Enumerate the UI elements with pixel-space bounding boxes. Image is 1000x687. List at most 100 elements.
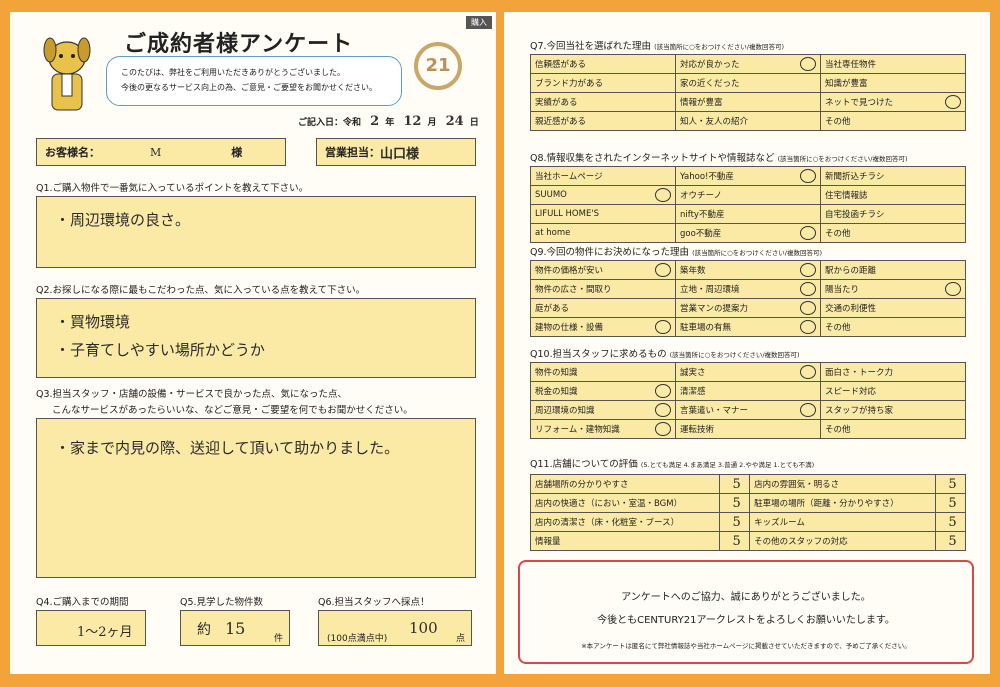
q9-option[interactable]: 駐車場の有無 — [675, 317, 821, 337]
q11-score[interactable]: 5 — [935, 493, 966, 513]
date-month-unit: 月 — [427, 118, 437, 128]
q11-score[interactable]: 5 — [935, 531, 966, 551]
q2-answer-box: ・買物環境 ・子育てしやすい場所かどうか — [36, 298, 476, 378]
q7-option[interactable]: 対応が良かった — [675, 54, 821, 74]
q9-option-label: 交通の利便性 — [825, 304, 877, 314]
q7-option[interactable]: 家の近くだった — [675, 73, 821, 93]
q10-option-label: 周辺環境の知識 — [535, 406, 595, 416]
circle-mark-icon — [800, 169, 816, 183]
q11-row: 店舗場所の分かりやすさ 5 店内の雰囲気・明るさ 5 — [529, 474, 966, 494]
q7-option[interactable]: 知人・友人の紹介 — [675, 111, 821, 131]
q9-option[interactable]: 立地・周辺環境 — [675, 279, 821, 299]
q7-option[interactable]: 実績がある — [530, 92, 676, 112]
q8-option[interactable]: Yahoo!不動産 — [675, 166, 821, 186]
q7-option-label: 知識が豊富 — [825, 79, 868, 89]
q10-option[interactable]: 物件の知識 — [530, 362, 676, 382]
q9-option[interactable]: 物件の価格が安い — [530, 260, 676, 280]
q7-option[interactable]: その他 — [820, 111, 966, 131]
q7-option[interactable]: 知識が豊富 — [820, 73, 966, 93]
thanks-line-2: 今後ともCENTURY21アークレストをよろしくお願いいたします。 — [597, 615, 895, 626]
q9-option-label: 物件の広さ・間取り — [535, 285, 612, 295]
q5-unit: 件 — [273, 634, 283, 644]
q10-option[interactable]: 税金の知識 — [530, 381, 676, 401]
q11-score[interactable]: 5 — [935, 512, 966, 532]
q8-option[interactable]: LIFULL HOME'S — [530, 204, 676, 224]
q11-score[interactable]: 5 — [719, 531, 751, 551]
staff-name: 山口様 — [380, 146, 420, 162]
q10-option[interactable]: 周辺環境の知識 — [530, 400, 676, 420]
q7-option[interactable]: 親近感がある — [530, 111, 676, 131]
q8-option[interactable]: 当社ホームページ — [530, 166, 676, 186]
q10-option[interactable]: 清潔感 — [675, 381, 821, 401]
q9-grid: 物件の価格が安い 築年数 駅からの距離物件の広さ・間取り 立地・周辺環境 陽当たり庭があ… — [530, 260, 966, 337]
q8-row: at home goo不動産 その他 — [530, 223, 966, 243]
q2-question: Q2.お探しになる際に最もこだわった点、気に入っている点を教えて下さい。 — [36, 285, 366, 296]
q8-option[interactable]: SUUMO — [530, 185, 676, 205]
circle-mark-icon — [800, 320, 816, 334]
q7-option-label: 知人・友人の紹介 — [680, 117, 749, 127]
circle-mark-icon — [800, 226, 816, 240]
q8-option[interactable]: at home — [530, 223, 676, 243]
date-year: 2 — [370, 114, 380, 129]
q2-answer-line-2: ・子育てしやすい場所かどうか — [55, 341, 265, 359]
q8-option[interactable]: nifty不動産 — [675, 204, 821, 224]
q11-score[interactable]: 5 — [935, 474, 966, 494]
q3-question-line-1: Q3.担当スタッフ・店舗の設備・サービスで良かった点、気になった点、 — [36, 389, 348, 400]
q10-option[interactable]: 誠実さ — [675, 362, 821, 382]
q7-option[interactable]: 当社専任物件 — [820, 54, 966, 74]
q9-option[interactable]: 庭がある — [530, 298, 676, 318]
customer-name: M — [150, 145, 162, 159]
q3-answer-box: ・家まで内見の際、送迎して頂いて助かりました。 — [36, 418, 476, 578]
q6-answer: 100 — [409, 619, 438, 637]
customer-suffix: 様 — [231, 146, 243, 159]
q9-option[interactable]: 築年数 — [675, 260, 821, 280]
date-year-unit: 年 — [385, 118, 395, 128]
q11-score[interactable]: 5 — [719, 474, 751, 494]
q10-option[interactable]: 言葉遣い・マナー — [675, 400, 821, 420]
q7-option[interactable]: 信頼感がある — [530, 54, 676, 74]
date-day: 24 — [445, 114, 464, 129]
q8-grid: 当社ホームページ Yahoo!不動産 新聞折込チラシ SUUMO オウチーノ 住宅情報誌 L… — [530, 166, 966, 243]
q10-option[interactable]: スピード対応 — [820, 381, 966, 401]
q10-option[interactable]: リフォーム・建物知識 — [530, 419, 676, 439]
q7-option-label: ネットで見つけた — [825, 98, 894, 108]
q9-option[interactable]: 建物の仕様・設備 — [530, 317, 676, 337]
q9-option[interactable]: その他 — [820, 317, 966, 337]
q8-option[interactable]: 自宅投函チラシ — [820, 204, 966, 224]
q11-item-label: 店内の雰囲気・明るさ — [749, 474, 936, 494]
q11-score[interactable]: 5 — [719, 512, 751, 532]
q9-option[interactable]: 交通の利便性 — [820, 298, 966, 318]
q8-option[interactable]: goo不動産 — [675, 223, 821, 243]
q10-option-label: 清潔感 — [680, 387, 706, 397]
q8-row: SUUMO オウチーノ 住宅情報誌 — [530, 185, 966, 205]
q7-option[interactable]: ネットで見つけた — [820, 92, 966, 112]
right-page: Q7.今回当社を選ばれた理由 (該当箇所に○をおつけください/複数回答可) 信頼… — [504, 12, 990, 674]
q8-option[interactable]: オウチーノ — [675, 185, 821, 205]
q5-question: Q5.見学した物件数 — [180, 597, 264, 608]
q9-option[interactable]: 物件の広さ・間取り — [530, 279, 676, 299]
q9-option-label: 建物の仕様・設備 — [535, 323, 604, 333]
q11-score[interactable]: 5 — [719, 493, 751, 513]
q7-row: 信頼感がある 対応が良かった 当社専任物件 — [530, 54, 966, 74]
q8-option[interactable]: その他 — [820, 223, 966, 243]
q10-option[interactable]: スタッフが持ち家 — [820, 400, 966, 420]
q9-option[interactable]: 営業マンの提案力 — [675, 298, 821, 318]
q9-option[interactable]: 駅からの距離 — [820, 260, 966, 280]
q9-option-label: 駐車場の有無 — [680, 323, 732, 333]
date-line: ご記入日：令和 2年 12 月 24 日 — [298, 114, 479, 129]
q7-option[interactable]: ブランド力がある — [530, 73, 676, 93]
q6-note: (100点満点中) — [327, 634, 388, 644]
q7-option[interactable]: 情報が豊富 — [675, 92, 821, 112]
q8-option[interactable]: 新聞折込チラシ — [820, 166, 966, 186]
q10-option[interactable]: 面白さ・トーク力 — [820, 362, 966, 382]
q7-option-label: 対応が良かった — [680, 60, 740, 70]
q8-option-label: 住宅情報誌 — [825, 191, 868, 201]
q7-option-label: 実績がある — [535, 98, 578, 108]
q8-option[interactable]: 住宅情報誌 — [820, 185, 966, 205]
q1-answer: ・周辺環境の良さ。 — [55, 211, 191, 229]
q10-option[interactable]: 運転技術 — [675, 419, 821, 439]
q10-row: 税金の知識 清潔感 スピード対応 — [530, 381, 966, 401]
q9-option[interactable]: 陽当たり — [820, 279, 966, 299]
q10-option[interactable]: その他 — [820, 419, 966, 439]
q7-row: 実績がある 情報が豊富 ネットで見つけた — [530, 92, 966, 112]
